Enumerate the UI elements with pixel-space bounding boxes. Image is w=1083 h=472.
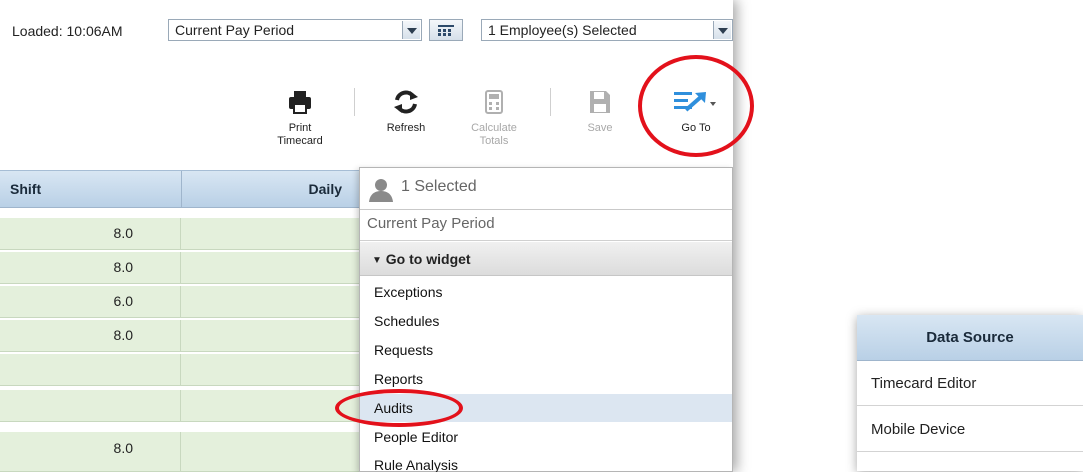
selected-count: 1 Selected <box>401 178 477 195</box>
chevron-down-icon[interactable] <box>713 21 731 39</box>
calculator-icon <box>479 88 509 116</box>
top-bar: Loaded: 10:06AM Current Pay Period 1 Emp… <box>0 0 733 62</box>
refresh-button[interactable]: Refresh <box>378 88 434 135</box>
menu-item-schedules[interactable]: Schedules <box>360 307 732 335</box>
print-timecard-button[interactable]: Print Timecard <box>268 88 332 148</box>
data-source-row-mobile-device: Mobile Device <box>857 407 1083 452</box>
table-row <box>0 354 360 386</box>
audits-callout-circle <box>335 389 463 427</box>
person-icon <box>368 178 394 202</box>
menu-item-people-editor[interactable]: People Editor <box>360 423 732 451</box>
menu-item-requests[interactable]: Requests <box>360 336 732 364</box>
loaded-timestamp: Loaded: 10:06AM <box>12 23 123 39</box>
employee-select[interactable]: 1 Employee(s) Selected <box>481 19 733 41</box>
refresh-label: Refresh <box>386 122 426 134</box>
calendar-grid-button[interactable] <box>429 19 463 41</box>
section-label: Go to widget <box>385 251 471 267</box>
printer-icon <box>285 88 315 116</box>
save-label: Save <box>587 122 613 134</box>
employee-select-value: 1 Employee(s) Selected <box>488 22 637 38</box>
table-row <box>0 390 360 422</box>
pay-period-value: Current Pay Period <box>175 22 295 38</box>
toolbar-divider <box>354 88 355 116</box>
save-button[interactable]: Save <box>578 88 622 135</box>
chevron-down-icon[interactable] <box>402 21 420 39</box>
shift-cell: 8.0 <box>0 218 181 249</box>
calculate-label-line1: Calculate <box>471 122 517 134</box>
toolbar-divider <box>550 88 551 116</box>
table-row: 8.0 <box>0 252 360 284</box>
shift-cell: 8.0 <box>0 252 181 283</box>
data-source-table: Data Source Timecard Editor Mobile Devic… <box>857 315 1083 471</box>
shift-cell: 6.0 <box>0 286 181 317</box>
data-source-header: Data Source <box>857 315 1083 361</box>
print-label-line1: Print <box>288 122 312 134</box>
column-header-daily[interactable]: Daily <box>181 171 362 208</box>
table-row: 6.0 <box>0 286 360 318</box>
shift-cell: 8.0 <box>0 432 181 471</box>
daily-label: Daily <box>308 181 342 197</box>
pay-period-select[interactable]: Current Pay Period <box>168 19 422 41</box>
save-disk-icon <box>585 88 615 116</box>
table-row: 8.0 <box>0 218 360 250</box>
data-source-row-timecard-editor: Timecard Editor <box>857 361 1083 406</box>
table-row: 8.0 <box>0 320 360 352</box>
shift-cell <box>0 354 181 385</box>
shift-cell <box>0 390 181 421</box>
calendar-icon <box>438 25 454 36</box>
shift-cell: 8.0 <box>0 320 181 351</box>
refresh-icon <box>391 88 421 116</box>
menu-item-exceptions[interactable]: Exceptions <box>360 278 732 306</box>
menu-item-rule-analysis[interactable]: Rule Analysis <box>360 451 732 472</box>
calculate-totals-button[interactable]: Calculate Totals <box>464 88 524 148</box>
table-row: 8.0 <box>0 432 360 472</box>
go-to-callout-circle <box>638 55 754 157</box>
column-header-shift[interactable]: Shift <box>10 171 41 208</box>
go-to-widget-section[interactable]: ▼ Go to widget <box>360 242 732 276</box>
selected-period: Current Pay Period <box>360 209 732 241</box>
selection-summary: 1 Selected <box>360 168 732 210</box>
calculate-label-line2: Totals <box>479 135 509 147</box>
caret-down-icon: ▼ <box>372 255 382 266</box>
print-label-line2: Timecard <box>277 135 323 147</box>
